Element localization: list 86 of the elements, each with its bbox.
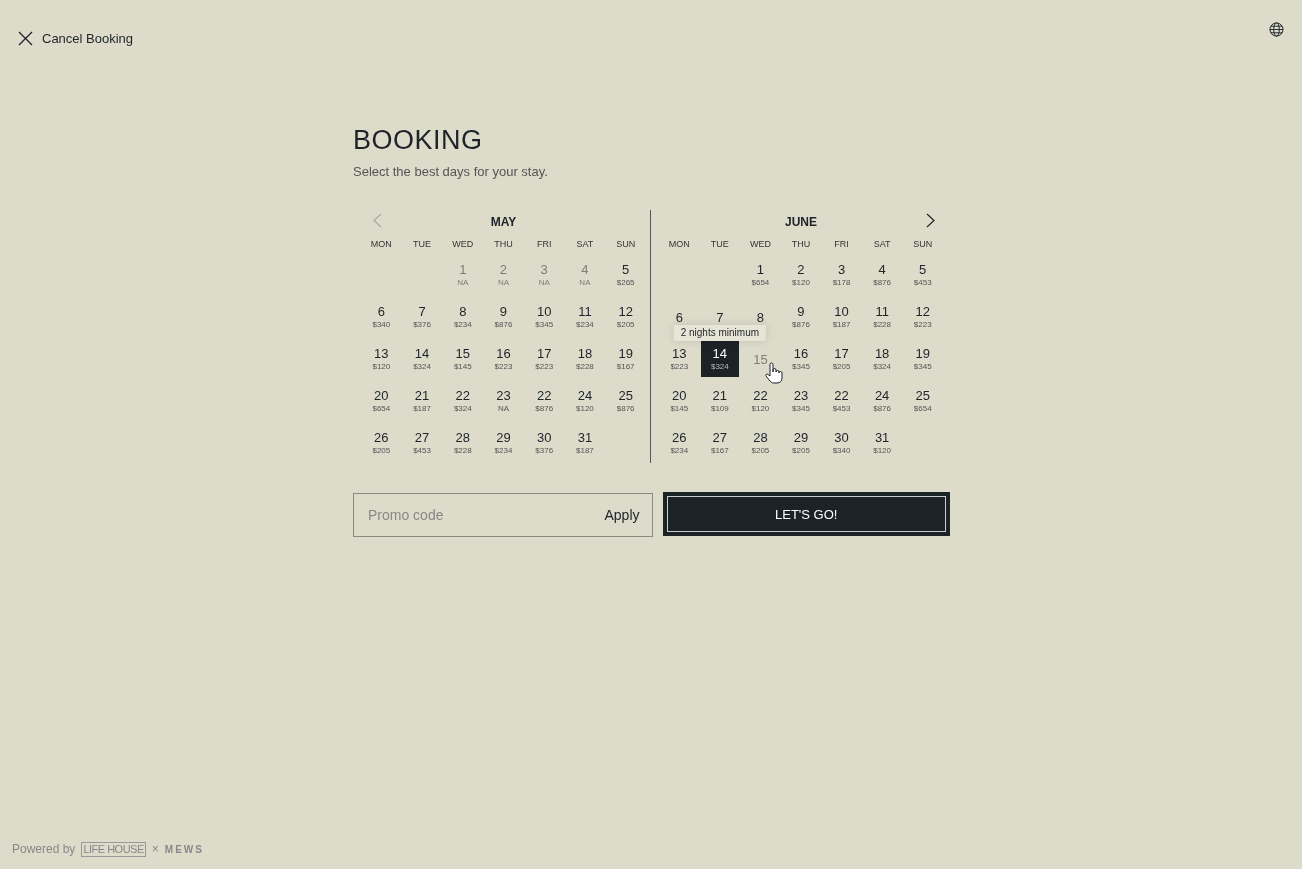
calendar-day[interactable]: 13 $120 [362, 341, 401, 378]
calendar-day[interactable]: 19 $167 [606, 341, 645, 378]
calendar-day[interactable]: 9 $876 [484, 299, 523, 336]
calendar-day[interactable]: 21 $109 [700, 383, 739, 420]
calendar-day[interactable]: 26 $205 [362, 425, 401, 462]
calendar-day[interactable]: 15 $145 [443, 341, 482, 378]
calendar-day[interactable]: 31 $187 [565, 425, 604, 462]
calendar-day[interactable]: 5 $453 [903, 257, 942, 294]
calendar-day[interactable]: 6 $340 [362, 299, 401, 336]
calendar-day[interactable]: 12 $205 [606, 299, 645, 336]
weekday-label: SAT [872, 237, 892, 251]
calendar-day[interactable]: 24 $876 [863, 383, 902, 420]
submit-button[interactable]: LET'S GO! [663, 493, 949, 536]
weekday-label: THU [493, 237, 514, 251]
calendar-day[interactable]: 17 $223 [525, 341, 564, 378]
weekday-label: FRI [833, 237, 850, 251]
cancel-button[interactable]: Cancel Booking [18, 17, 134, 60]
calendar-day[interactable]: 30 $340 [822, 425, 861, 462]
calendar-day[interactable]: 29 $205 [782, 425, 820, 462]
calendar-day[interactable]: 16 $223 [484, 341, 523, 378]
weekday-label: THU [790, 237, 812, 251]
calendar-day[interactable]: 18 $324 [863, 341, 902, 378]
calendar-day[interactable]: 18 $228 [565, 341, 604, 378]
calendar-day[interactable]: 25 $876 [606, 383, 645, 420]
calendar-day[interactable]: 25 $654 [903, 383, 942, 420]
calendar-day[interactable]: 9 $876 [782, 299, 820, 336]
calendar-day[interactable]: 22 $453 [822, 383, 861, 420]
month-title: MAY [490, 213, 517, 231]
calendar-day[interactable]: 16 $345 [782, 341, 820, 378]
weekday-label: TUE [412, 237, 433, 251]
calendar-day[interactable]: 7 $376 [403, 299, 442, 336]
calendar-day[interactable]: 1 $654 [741, 257, 780, 294]
weekday-label: WED [748, 237, 772, 251]
calendar-day[interactable]: 13 $223 [660, 341, 699, 378]
weekday-label: MON [667, 237, 691, 251]
weekday-label: SAT [575, 237, 595, 251]
calendar-day[interactable]: 29 $234 [484, 425, 523, 462]
calendar-day[interactable]: 14 $324 [403, 341, 442, 378]
calendar-day[interactable]: 11 $234 [565, 299, 604, 336]
calendar-day[interactable]: 21 $187 [403, 383, 442, 420]
calendar-day[interactable]: 11 $228 [863, 299, 902, 336]
calendar-day[interactable]: 26 $234 [660, 425, 699, 462]
calendar-day[interactable]: 12 $223 [903, 299, 942, 336]
calendar-day[interactable]: 23 NA [484, 383, 523, 420]
calendar-day[interactable]: 8 $234 [443, 299, 482, 336]
calendar-day[interactable]: 4 $876 [863, 257, 902, 294]
calendar-day[interactable]: 10 $187 [822, 299, 861, 336]
calendar-day[interactable]: 14 $324 [700, 341, 739, 378]
calendar-day[interactable]: 27 $167 [700, 425, 739, 462]
calendar-day[interactable]: 3 $178 [822, 257, 861, 294]
weekday-label: FRI [535, 237, 553, 251]
apply-button[interactable]: Apply [604, 504, 640, 526]
next-month-button[interactable] [926, 212, 935, 228]
calendar-day[interactable]: 5 $265 [606, 257, 645, 294]
partner-logo: MEWS [164, 842, 204, 857]
calendar-day[interactable]: 20 $145 [660, 383, 699, 420]
separator-text: × [151, 841, 159, 858]
calendar-day[interactable]: 30 $376 [525, 425, 564, 462]
close-icon [18, 31, 33, 46]
weekday-label: MON [369, 237, 393, 251]
calendar-day[interactable]: 20 $654 [362, 383, 401, 420]
calendar-day[interactable]: 22 $120 [741, 383, 780, 420]
calendar-day[interactable]: 17 $205 [822, 341, 861, 378]
calendar-day[interactable]: 2 $120 [782, 257, 820, 294]
tooltip: 2 nights minimum [673, 325, 766, 342]
page-title: BOOKING [353, 124, 484, 157]
calendar-day[interactable]: 28 $228 [443, 425, 482, 462]
calendar-day[interactable]: 22 $876 [525, 383, 564, 420]
weekday-label: SUN [615, 237, 637, 251]
calendar-day[interactable]: 27 $453 [403, 425, 442, 462]
calendar-day[interactable]: 24 $120 [565, 383, 604, 420]
month-title: JUNE [785, 213, 817, 231]
calendar-day[interactable]: 19 $345 [903, 341, 942, 378]
weekday-label: TUE [709, 237, 730, 251]
weekday-label: WED [451, 237, 475, 251]
calendar-day[interactable]: 31 $120 [863, 425, 902, 462]
promo-code-field[interactable]: Promo code Apply [353, 493, 653, 538]
weekday-label: SUN [912, 237, 934, 251]
calendar-day[interactable]: 22 $324 [443, 383, 482, 420]
calendar-day[interactable]: 28 $205 [741, 425, 780, 462]
globe-icon[interactable] [1269, 22, 1284, 37]
powered-by-text: Powered by [12, 841, 76, 858]
calendar-day[interactable]: 23 $345 [782, 383, 820, 420]
subtitle: Select the best days for your stay. [353, 163, 549, 182]
calendar-day[interactable]: 10 $345 [525, 299, 564, 336]
brand-logo: LIFE HOUSE [81, 841, 146, 857]
